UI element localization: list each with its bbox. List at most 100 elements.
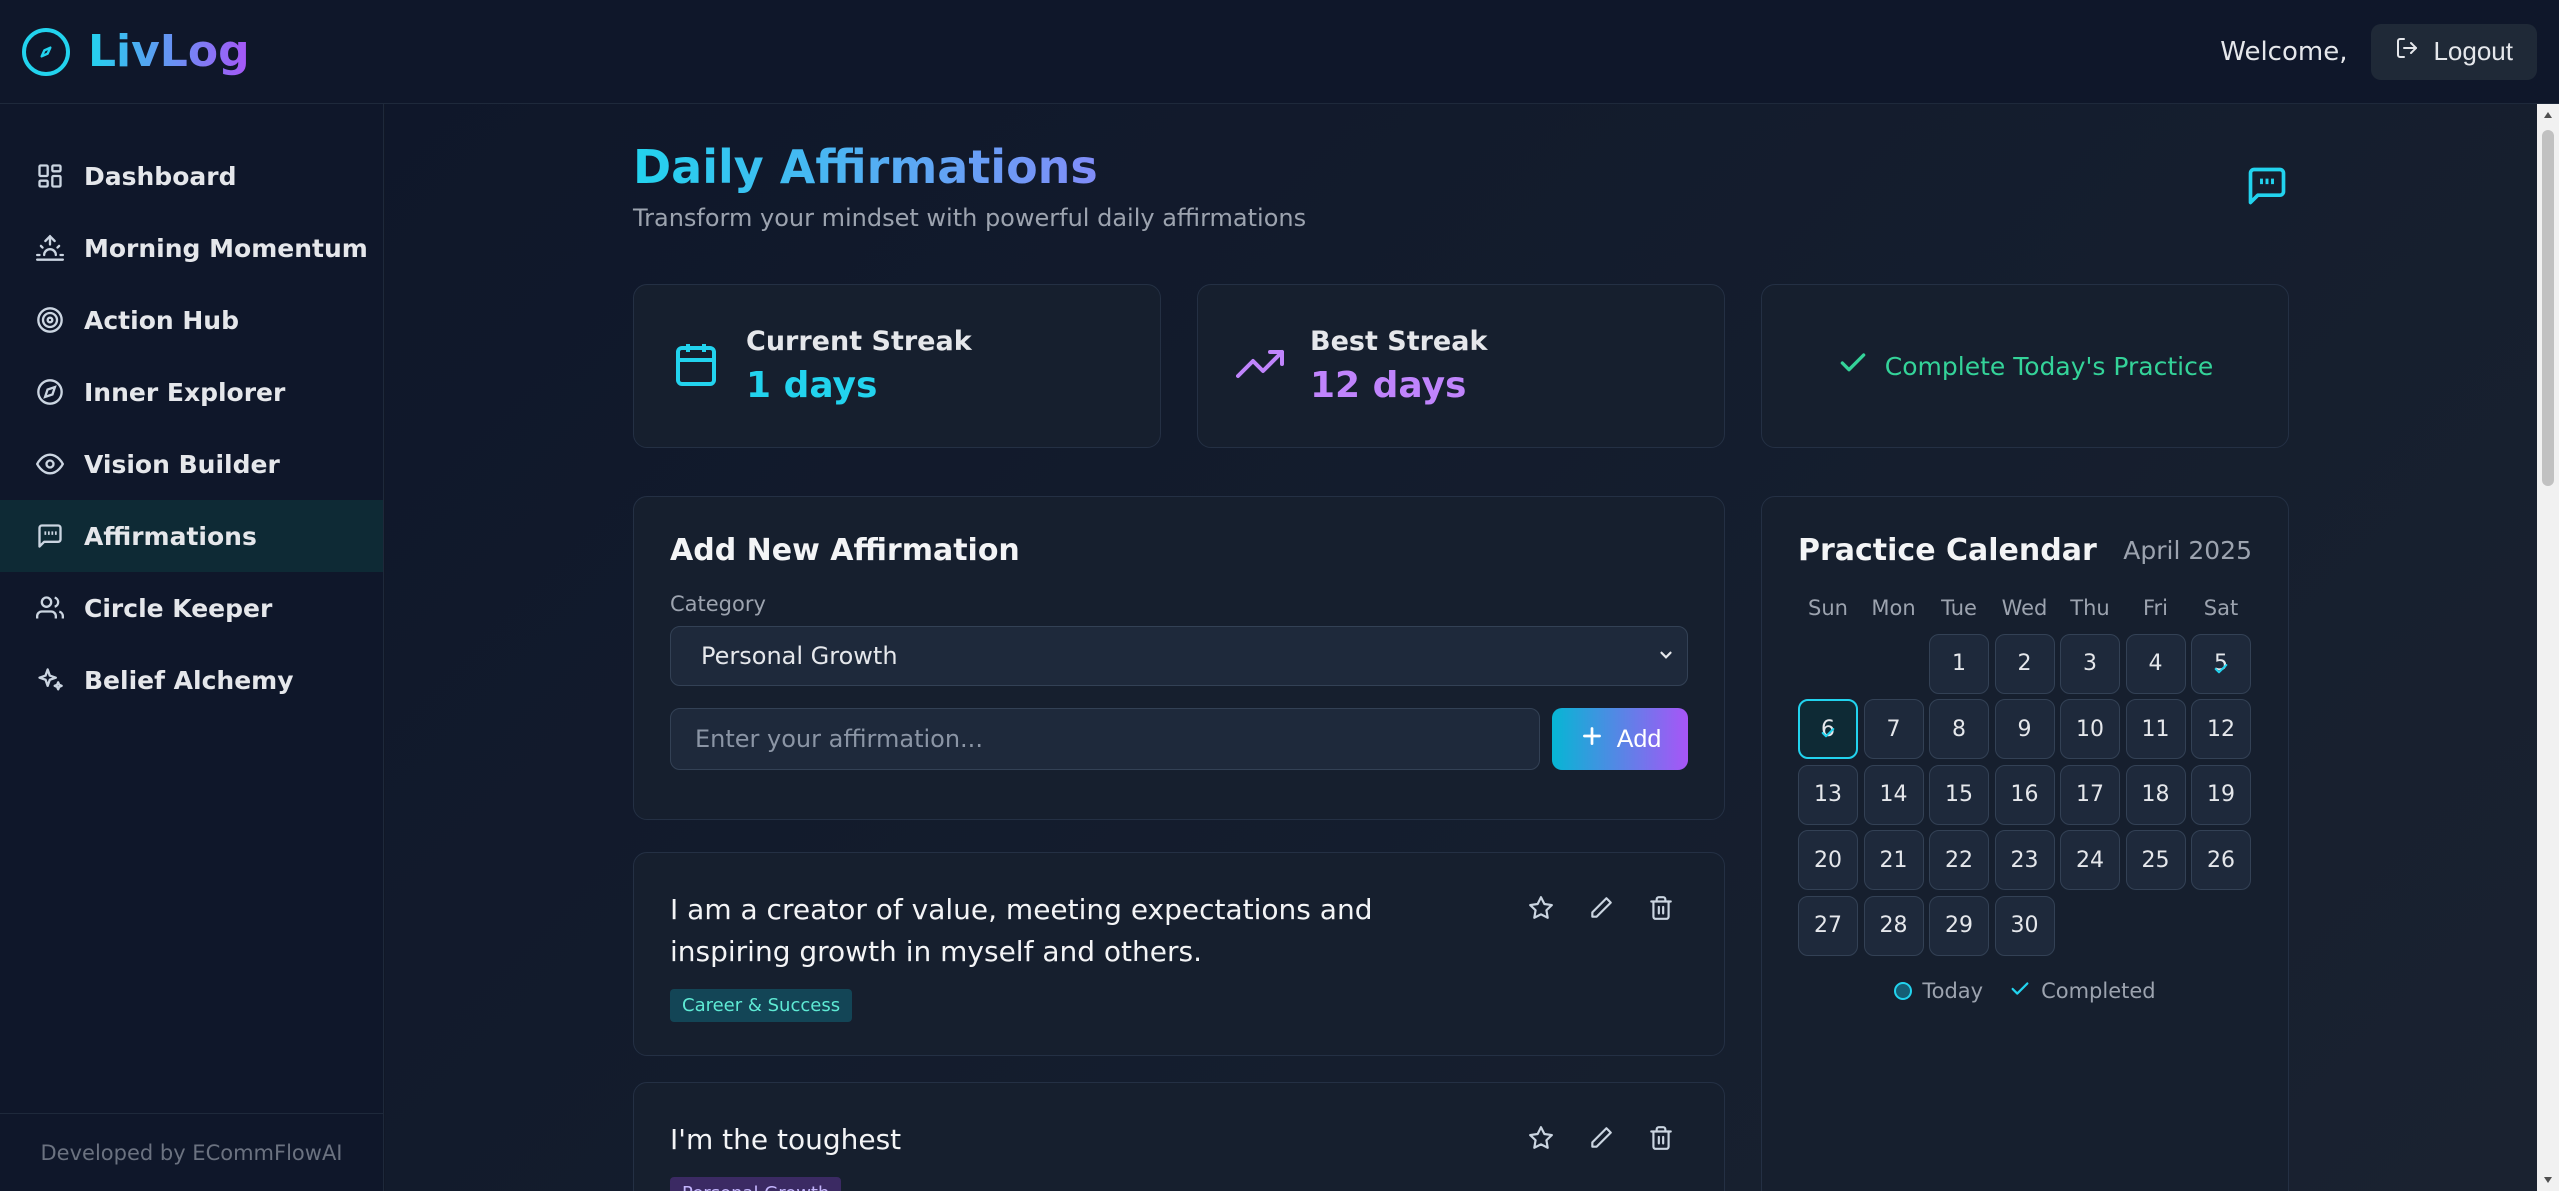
calendar-day[interactable]: 26: [2191, 830, 2251, 890]
sidebar-item-label: Action Hub: [84, 305, 239, 335]
practice-calendar-card: Practice Calendar April 2025 Sun Mon Tue…: [1761, 496, 2289, 1191]
calendar-day[interactable]: 22: [1929, 830, 1989, 890]
calendar-day-number: 29: [1945, 913, 1973, 938]
complete-practice-button[interactable]: Complete Today's Practice: [1761, 284, 2289, 448]
calendar-day[interactable]: 7: [1863, 699, 1924, 759]
calendar-day[interactable]: 21: [1863, 830, 1924, 890]
page-scrollbar[interactable]: [2537, 104, 2559, 1191]
legend-completed-label: Completed: [2041, 979, 2156, 1003]
calendar-day[interactable]: 17: [2060, 764, 2120, 825]
calendar-day[interactable]: 27: [1798, 895, 1858, 956]
calendar-day-number: 23: [2010, 847, 2039, 873]
calendar-day[interactable]: 25: [2125, 830, 2186, 890]
sidebar-item-label: Belief Alchemy: [84, 665, 294, 695]
sidebar-item-dashboard[interactable]: Dashboard: [0, 140, 383, 212]
trash-icon[interactable]: [1646, 893, 1676, 923]
scroll-down-icon[interactable]: [2537, 1169, 2559, 1191]
sidebar-item-morning-momentum[interactable]: Morning Momentum: [0, 212, 383, 284]
trending-up-icon: [1236, 340, 1284, 392]
affirmation-text: I am a creator of value, meeting expecta…: [670, 893, 1373, 968]
sidebar-item-belief-alchemy[interactable]: Belief Alchemy: [0, 644, 383, 716]
calendar-day[interactable]: 18: [2125, 764, 2186, 825]
calendar-day[interactable]: 6: [1798, 699, 1858, 759]
calendar-day-number: 15: [1945, 782, 1973, 807]
sidebar-item-vision-builder[interactable]: Vision Builder: [0, 428, 383, 500]
calendar-day[interactable]: 30: [1994, 895, 2055, 956]
quote-message-icon: [36, 522, 64, 550]
plus-icon: [1579, 723, 1605, 756]
calendar-day[interactable]: 20: [1798, 830, 1858, 890]
scrollbar-thumb[interactable]: [2542, 130, 2554, 486]
calendar-day[interactable]: 3: [2060, 633, 2120, 694]
affirmation-card: I'm the toughest Personal Growth: [633, 1082, 1725, 1191]
trash-icon[interactable]: [1646, 1123, 1676, 1153]
sidebar-item-affirmations[interactable]: Affirmations: [0, 500, 383, 572]
calendar-day-number: 2: [2017, 651, 2032, 676]
add-label: Add: [1616, 724, 1662, 753]
calendar-day-number: 8: [1952, 716, 1966, 742]
add-affirmation-button[interactable]: Add: [1552, 708, 1688, 770]
calendar-day[interactable]: 12: [2191, 699, 2251, 759]
calendar-day-number: 30: [2010, 913, 2039, 938]
calendar-day[interactable]: 1: [1929, 633, 1989, 694]
calendar-day[interactable]: 11: [2125, 699, 2186, 759]
calendar-day[interactable]: 19: [2191, 764, 2251, 825]
sidebar-item-inner-explorer[interactable]: Inner Explorer: [0, 356, 383, 428]
category-tag: Career & Success: [670, 989, 853, 1022]
calendar-day[interactable]: 4: [2125, 633, 2186, 694]
calendar-day[interactable]: 13: [1798, 764, 1858, 825]
affirmation-actions: [1526, 893, 1676, 923]
calendar-day[interactable]: 29: [1929, 895, 1989, 956]
target-icon: [36, 306, 64, 334]
edit-pencil-icon[interactable]: [1586, 893, 1616, 923]
best-streak-value: 12 days: [1310, 365, 1467, 406]
check-icon: [1837, 347, 1869, 385]
calendar-day[interactable]: 2: [1994, 633, 2055, 694]
page-subtitle: Transform your mindset with powerful dai…: [633, 204, 1307, 232]
affirmation-input[interactable]: [670, 708, 1540, 770]
page-title: Daily Affirmations: [633, 140, 1098, 194]
logout-button[interactable]: Logout: [2371, 23, 2537, 80]
dashboard-icon: [36, 162, 64, 190]
category-select[interactable]: Personal Growth: [670, 626, 1688, 686]
sparkles-icon: [36, 666, 64, 694]
star-icon[interactable]: [1526, 1123, 1556, 1153]
calendar-day[interactable]: 14: [1863, 764, 1924, 825]
sidebar-item-label: Inner Explorer: [84, 377, 286, 407]
calendar-grid: Sun Mon Tue Wed Thu Fri Sat 1 2 3 4 5 6 7 8 9 10 1…: [1798, 588, 2252, 956]
calendar-day[interactable]: 15: [1929, 764, 1989, 825]
star-icon[interactable]: [1526, 893, 1556, 923]
sidebar-item-action-hub[interactable]: Action Hub: [0, 284, 383, 356]
calendar-day[interactable]: 16: [1994, 764, 2055, 825]
weekday-label: Thu: [2070, 596, 2110, 620]
calendar-day[interactable]: 10: [2060, 699, 2120, 759]
calendar-day-number: 4: [2148, 651, 2163, 676]
edit-pencil-icon[interactable]: [1586, 1123, 1616, 1153]
calendar-day-number: 11: [2141, 716, 2170, 742]
calendar-legend: Today Completed: [1798, 978, 2252, 1005]
calendar-day-number: 24: [2076, 847, 2104, 873]
calendar-icon: [672, 340, 720, 392]
logout-label: Logout: [2433, 36, 2513, 66]
affirmation-text: I'm the toughest: [670, 1123, 902, 1156]
brand[interactable]: LivLog: [22, 26, 250, 77]
calendar-day[interactable]: 5: [2191, 633, 2251, 694]
calendar-day[interactable]: 9: [1994, 699, 2055, 759]
calendar-day[interactable]: 8: [1929, 699, 1989, 759]
today-dot-icon: [1894, 982, 1913, 1000]
add-affirmation-title: Add New Affirmation: [670, 533, 1020, 568]
sidebar-item-circle-keeper[interactable]: Circle Keeper: [0, 572, 383, 644]
scroll-up-icon[interactable]: [2537, 104, 2559, 126]
weekday-label: Tue: [1941, 596, 1977, 620]
check-icon: [2009, 978, 2031, 1005]
calendar-day[interactable]: 28: [1863, 895, 1924, 956]
category-tag: Personal Growth: [670, 1177, 842, 1191]
calendar-day[interactable]: 24: [2060, 830, 2120, 890]
affirmation-card: I am a creator of value, meeting expecta…: [633, 852, 1725, 1056]
sidebar-item-label: Circle Keeper: [84, 593, 273, 623]
top-bar: LivLog Welcome, Logout: [0, 0, 2559, 104]
calendar-day[interactable]: 23: [1994, 830, 2055, 890]
calendar-day-number: 26: [2207, 847, 2235, 873]
logout-icon: [2395, 36, 2419, 67]
calendar-day-number: 1: [1952, 651, 1966, 676]
